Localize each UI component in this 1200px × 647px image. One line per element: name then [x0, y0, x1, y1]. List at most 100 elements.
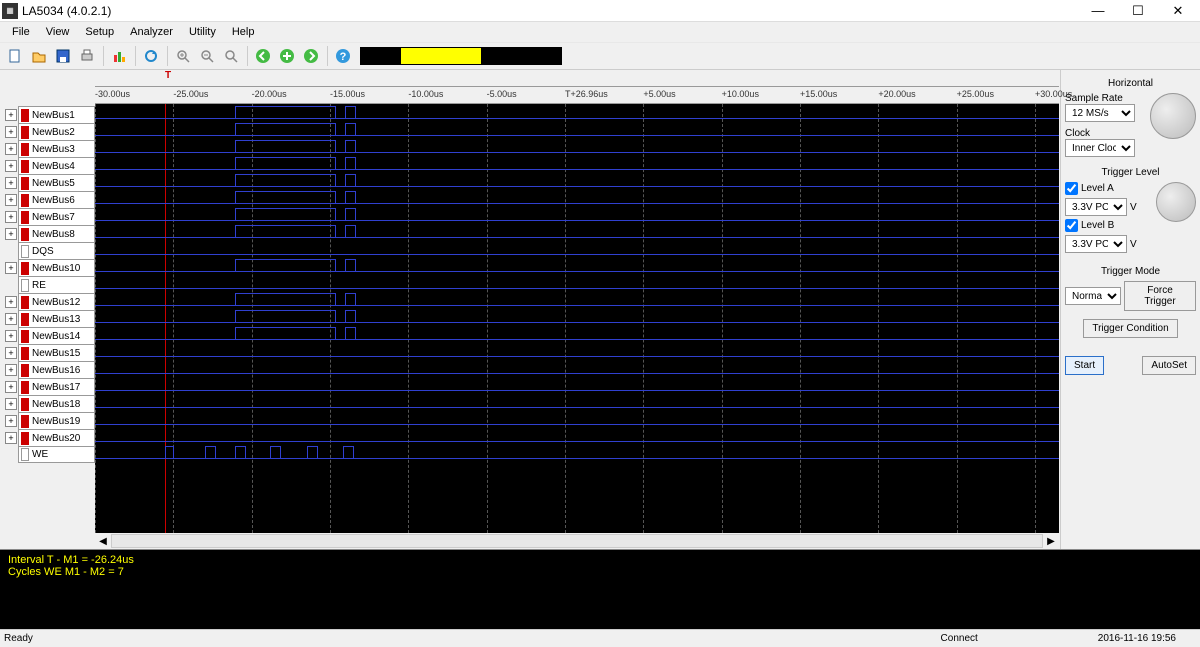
signal-label-row[interactable]: +NewBus4	[18, 157, 95, 174]
menu-file[interactable]: File	[4, 24, 38, 40]
zoom-fit-icon[interactable]	[220, 45, 242, 67]
t-marker: T	[165, 70, 171, 81]
new-file-icon[interactable]	[4, 45, 26, 67]
expand-icon[interactable]: +	[5, 126, 17, 138]
toolbar-separator	[247, 46, 249, 66]
signal-label-row[interactable]: +NewBus16	[18, 361, 95, 378]
minimize-button[interactable]: —	[1078, 1, 1118, 21]
expand-icon[interactable]: +	[5, 194, 17, 206]
signal-trace	[95, 444, 1059, 461]
open-file-icon[interactable]	[28, 45, 50, 67]
trigger-level-knob[interactable]	[1156, 182, 1196, 222]
signal-flag-icon	[21, 381, 29, 394]
menu-utility[interactable]: Utility	[181, 24, 224, 40]
ruler-tick: -20.00us	[252, 89, 287, 99]
waveform-canvas[interactable]	[95, 104, 1059, 533]
expand-icon[interactable]: +	[5, 109, 17, 121]
ruler-tick: +30.00us	[1035, 89, 1072, 99]
scroll-left-icon[interactable]: ◀	[95, 536, 111, 547]
zoom-out-icon[interactable]	[196, 45, 218, 67]
clock-select[interactable]: Inner Clock	[1065, 139, 1135, 157]
toolbar-separator	[167, 46, 169, 66]
overview-strip[interactable]	[360, 47, 562, 65]
signal-trace	[95, 206, 1059, 223]
maximize-button[interactable]: ☐	[1118, 1, 1158, 21]
signal-label-row[interactable]: +NewBus7	[18, 208, 95, 225]
menu-setup[interactable]: Setup	[77, 24, 122, 40]
expand-icon[interactable]: +	[5, 313, 17, 325]
signal-label-row[interactable]: +NewBus1	[18, 106, 95, 123]
help-icon[interactable]: ?	[332, 45, 354, 67]
signal-name: NewBus20	[32, 433, 80, 444]
zoom-in-icon[interactable]	[172, 45, 194, 67]
menu-analyzer[interactable]: Analyzer	[122, 24, 181, 40]
signal-label-row[interactable]: +NewBus19	[18, 412, 95, 429]
signal-name: NewBus12	[32, 297, 80, 308]
trigger-condition-button[interactable]: Trigger Condition	[1083, 319, 1177, 338]
clock-label: Clock	[1065, 128, 1147, 139]
autoset-button[interactable]: AutoSet	[1142, 356, 1196, 375]
signal-label-row[interactable]: +NewBus10	[18, 259, 95, 276]
close-button[interactable]: ✕	[1158, 1, 1198, 21]
save-icon[interactable]	[52, 45, 74, 67]
signal-label-row[interactable]: +NewBus17	[18, 378, 95, 395]
signal-label-row[interactable]: +NewBus8	[18, 225, 95, 242]
level-a-checkbox[interactable]: Level A	[1065, 182, 1153, 195]
sample-rate-select[interactable]: 12 MS/s	[1065, 104, 1135, 122]
level-a-select[interactable]: 3.3V PCI (1	[1065, 198, 1127, 216]
ruler-tick: -30.00us	[95, 89, 130, 99]
chart-icon[interactable]	[108, 45, 130, 67]
signal-label-row[interactable]: +NewBus13	[18, 310, 95, 327]
signal-name: WE	[32, 449, 48, 460]
expand-icon[interactable]: +	[5, 262, 17, 274]
expand-icon[interactable]: +	[5, 364, 17, 376]
expand-icon[interactable]: +	[5, 228, 17, 240]
expand-icon[interactable]: +	[5, 381, 17, 393]
signal-label-row[interactable]: RE	[18, 276, 95, 293]
signal-label-row[interactable]: DQS	[18, 242, 95, 259]
expand-icon[interactable]: +	[5, 160, 17, 172]
signal-label-row[interactable]: +NewBus18	[18, 395, 95, 412]
signal-label-row[interactable]: +NewBus2	[18, 123, 95, 140]
horizontal-scrollbar[interactable]: ◀ ▶	[95, 533, 1059, 549]
force-trigger-button[interactable]: Force Trigger	[1124, 281, 1196, 311]
level-b-select[interactable]: 3.3V PCI (1	[1065, 235, 1127, 253]
ruler-tick: -15.00us	[330, 89, 365, 99]
signal-label-row[interactable]: +NewBus6	[18, 191, 95, 208]
signal-label-row[interactable]: WE	[18, 446, 95, 463]
expand-icon[interactable]: +	[5, 415, 17, 427]
start-button[interactable]: Start	[1065, 356, 1104, 375]
nav-forward-icon[interactable]	[300, 45, 322, 67]
trigger-mode-select[interactable]: Normal	[1065, 287, 1121, 305]
signal-label-row[interactable]: +NewBus20	[18, 429, 95, 446]
nav-back-icon[interactable]	[252, 45, 274, 67]
expand-icon[interactable]: +	[5, 211, 17, 223]
expand-icon[interactable]: +	[5, 143, 17, 155]
expand-icon[interactable]: +	[5, 296, 17, 308]
nav-center-icon[interactable]	[276, 45, 298, 67]
measurement-log: Interval T - M1 = -26.24us Cycles WE M1 …	[0, 549, 1200, 629]
print-icon[interactable]	[76, 45, 98, 67]
scroll-right-icon[interactable]: ▶	[1043, 536, 1059, 547]
signal-flag-icon	[21, 160, 29, 173]
menu-view[interactable]: View	[38, 24, 78, 40]
expand-icon[interactable]: +	[5, 398, 17, 410]
expand-icon[interactable]: +	[5, 432, 17, 444]
expand-icon[interactable]: +	[5, 330, 17, 342]
time-ruler[interactable]: -30.00us-25.00us-20.00us-15.00us-10.00us…	[95, 86, 1059, 104]
level-b-checkbox[interactable]: Level B	[1065, 219, 1153, 232]
signal-label-row[interactable]: +NewBus12	[18, 293, 95, 310]
signal-label-row[interactable]: +NewBus3	[18, 140, 95, 157]
horizontal-knob[interactable]	[1150, 93, 1196, 139]
signal-name: NewBus5	[32, 178, 75, 189]
refresh-icon[interactable]	[140, 45, 162, 67]
scroll-track[interactable]	[111, 534, 1043, 548]
menu-help[interactable]: Help	[224, 24, 263, 40]
signal-label-row[interactable]: +NewBus15	[18, 344, 95, 361]
toolbar: ?	[0, 42, 1200, 70]
expand-icon[interactable]: +	[5, 347, 17, 359]
expand-icon[interactable]: +	[5, 177, 17, 189]
signal-label-row[interactable]: +NewBus5	[18, 174, 95, 191]
signal-label-row[interactable]: +NewBus14	[18, 327, 95, 344]
trigger-level-title: Trigger Level	[1065, 167, 1196, 178]
